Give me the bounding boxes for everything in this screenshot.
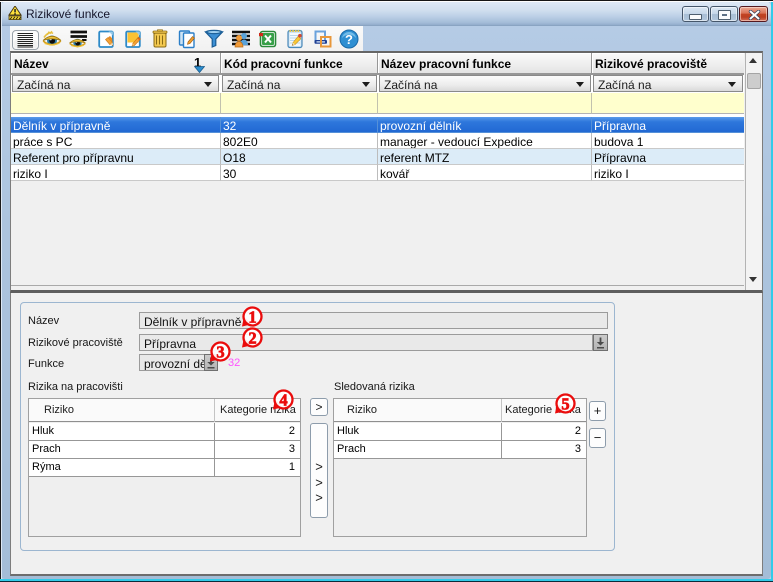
svg-text:3: 3 [217,343,225,362]
svg-text:1: 1 [249,307,257,326]
svg-text:2: 2 [249,329,257,348]
svg-text:?: ? [345,32,353,47]
svg-text:4: 4 [279,390,287,409]
svg-text:5: 5 [561,394,569,413]
